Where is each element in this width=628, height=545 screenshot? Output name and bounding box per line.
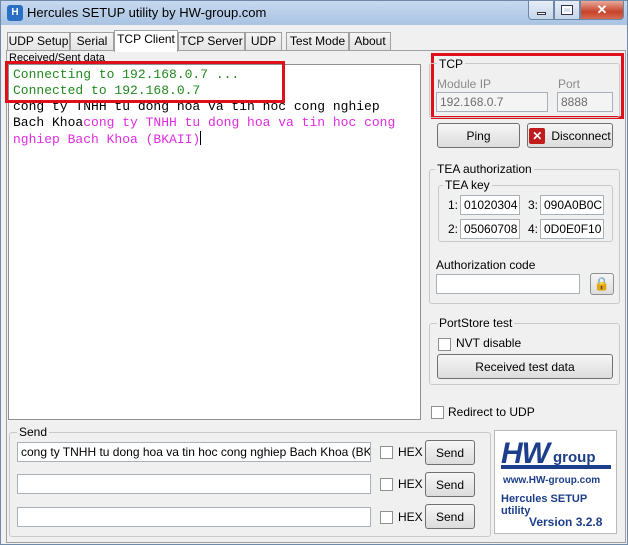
auth-code-label: Authorization code	[436, 258, 536, 272]
module-ip-label: Module IP	[437, 77, 492, 91]
hex-label: HEX	[398, 445, 423, 459]
hex-checkbox-3[interactable]	[380, 511, 393, 524]
tea-key-2-field[interactable]: 05060708	[460, 219, 520, 239]
received-test-data-button[interactable]: Received test data	[437, 354, 613, 379]
send-button-2[interactable]: Send	[425, 472, 475, 497]
tab-udp[interactable]: UDP	[245, 32, 282, 51]
key-index: 3:	[528, 198, 539, 212]
title-bar[interactable]: H Hercules SETUP utility by HW-group.com…	[1, 1, 627, 25]
port-field[interactable]: 8888	[557, 92, 613, 112]
disconnect-button[interactable]: ✕ Disconnect	[527, 123, 613, 148]
disconnect-icon: ✕	[529, 127, 546, 144]
logo-group-text: group	[553, 449, 596, 466]
text-cursor	[200, 131, 202, 145]
received-text: Bach Khoa	[13, 115, 84, 130]
send-button-3[interactable]: Send	[425, 504, 475, 529]
redirect-udp-checkbox[interactable]	[431, 406, 444, 419]
send-input-1[interactable]: cong ty TNHH tu dong hoa va tin hoc cong…	[17, 442, 371, 462]
send-title: Send	[17, 425, 50, 439]
tab-tcp-client[interactable]: TCP Client	[114, 30, 178, 52]
nvt-disable-label: NVT disable	[456, 336, 522, 350]
tab-udp-setup[interactable]: UDP Setup	[7, 32, 70, 51]
close-icon: ✕	[596, 2, 608, 17]
portstore-title: PortStore test	[437, 316, 515, 330]
send-input-3[interactable]	[17, 507, 371, 527]
key-index: 4:	[528, 222, 539, 236]
tea-key-title: TEA key	[443, 178, 492, 192]
key-index: 1:	[448, 198, 459, 212]
auth-code-field[interactable]	[436, 274, 580, 294]
received-line: Bach Khoacong ty TNHH tu dong hoa va tin…	[13, 115, 416, 131]
logo-app-name: Hercules SETUP utility	[501, 493, 588, 517]
send-input-2[interactable]	[17, 474, 371, 494]
tcp-group-title: TCP	[437, 57, 465, 71]
tea-group-title: TEA authorization	[435, 162, 534, 176]
tea-key-1-field[interactable]: 01020304	[460, 195, 520, 215]
hex-label: HEX	[398, 510, 423, 524]
hex-checkbox-1[interactable]	[380, 446, 393, 459]
module-ip-field[interactable]: 192.168.0.7	[436, 92, 548, 112]
tea-key-4-field[interactable]: 0D0E0F10	[540, 219, 604, 239]
minimize-icon	[536, 11, 546, 15]
key-index: 2:	[448, 222, 459, 236]
tab-serial[interactable]: Serial	[70, 32, 114, 51]
hex-checkbox-2[interactable]	[380, 478, 393, 491]
tab-tcp-server[interactable]: TCP Server	[178, 32, 245, 51]
hw-group-logo[interactable]: HW group www.HW-group.com Hercules SETUP…	[494, 430, 617, 534]
maximize-button[interactable]	[554, 1, 580, 20]
lock-icon[interactable]: 🔒	[590, 273, 614, 295]
redirect-udp-label: Redirect to UDP	[448, 405, 535, 419]
tab-test-mode[interactable]: Test Mode	[286, 32, 349, 51]
highlight-box-connection	[5, 61, 285, 103]
sent-text: cong ty TNHH tu dong hoa va tin hoc cong	[83, 115, 396, 130]
received-data-box[interactable]: Connecting to 192.168.0.7 ... Connected …	[8, 64, 421, 420]
nvt-disable-checkbox[interactable]	[438, 338, 451, 351]
window-title: Hercules SETUP utility by HW-group.com	[27, 5, 267, 20]
logo-website: www.HW-group.com	[503, 475, 601, 486]
send-button-1[interactable]: Send	[425, 440, 475, 465]
app-icon: H	[7, 5, 23, 21]
close-button[interactable]: ✕	[580, 1, 624, 20]
tab-about[interactable]: About	[349, 32, 391, 51]
tea-key-3-field[interactable]: 090A0B0C	[540, 195, 604, 215]
logo-bar	[501, 465, 611, 469]
app-window: H Hercules SETUP utility by HW-group.com…	[0, 0, 628, 545]
received-line: nghiep Bach Khoa (BKAII)	[13, 131, 416, 147]
version-label: Version 3.2.8	[529, 515, 603, 529]
hex-label: HEX	[398, 477, 423, 491]
port-label: Port	[558, 77, 581, 91]
maximize-icon	[561, 5, 573, 15]
sent-text: nghiep Bach Khoa (BKAII)	[13, 132, 201, 147]
disconnect-label: Disconnect	[551, 128, 611, 143]
ping-button[interactable]: Ping	[437, 123, 520, 148]
minimize-button[interactable]	[528, 1, 554, 20]
